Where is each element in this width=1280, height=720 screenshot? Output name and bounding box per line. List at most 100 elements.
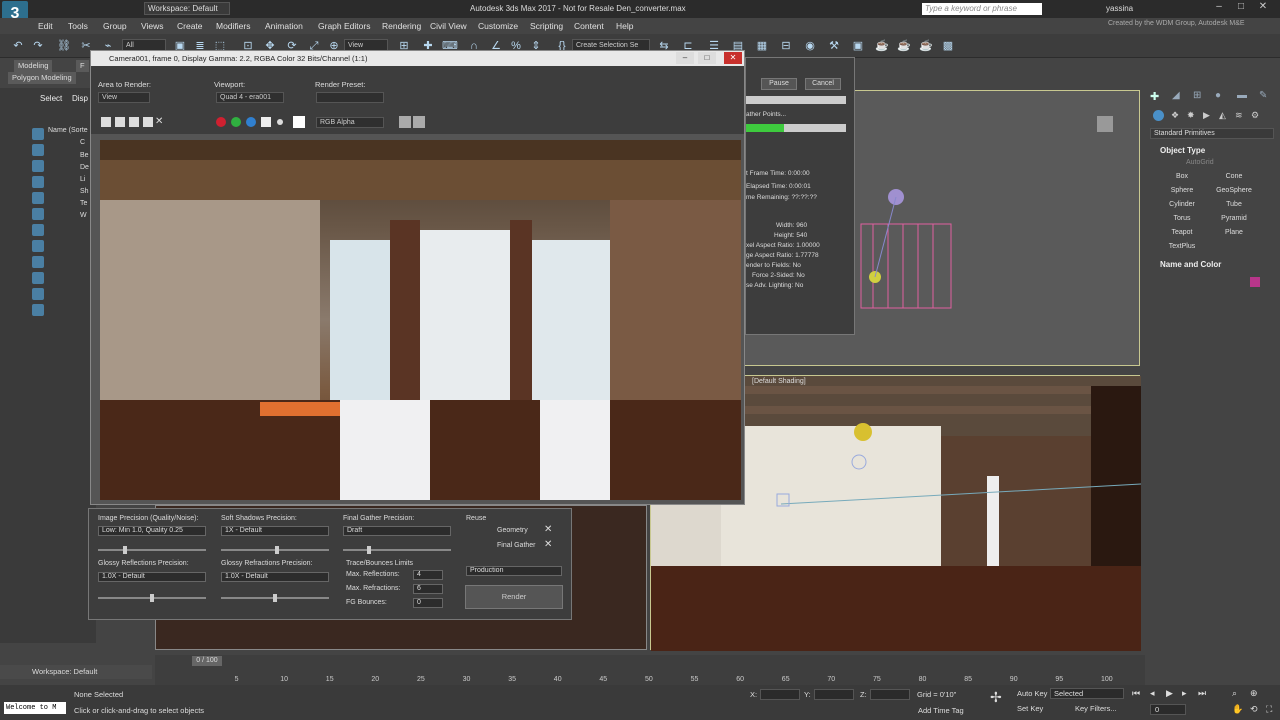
explorer-containers-icon[interactable] — [32, 288, 44, 300]
display-tab-icon[interactable]: ▬ — [1237, 90, 1247, 101]
image-precision-slider[interactable] — [98, 549, 206, 551]
reuse-final-gather-label[interactable]: Final Gather — [497, 542, 536, 549]
motion-tab-icon[interactable]: ● — [1215, 90, 1221, 101]
teapot-button[interactable]: Teapot — [1162, 227, 1202, 238]
save-image-icon[interactable] — [101, 117, 111, 127]
field-of-view-icon[interactable]: ✋ — [1232, 704, 1243, 715]
goto-start-icon[interactable]: ⏮ — [1132, 688, 1140, 699]
render-window-close-icon[interactable]: ✕ — [724, 52, 742, 64]
cone-button[interactable]: Cone — [1214, 171, 1254, 182]
name-and-color-rollout[interactable]: Name and Color — [1160, 260, 1221, 269]
next-frame-icon[interactable]: ▸ — [1182, 688, 1187, 699]
keyword-search-input[interactable]: Type a keyword or phrase — [922, 3, 1042, 15]
object-color-swatch[interactable] — [1250, 277, 1260, 287]
explorer-name-column[interactable]: Name (Sorte — [48, 127, 88, 134]
soft-shadows-field[interactable]: 1X - Default — [221, 526, 329, 536]
helpers-icon[interactable]: ◭ — [1219, 110, 1226, 121]
print-image-icon[interactable] — [143, 117, 153, 127]
soft-shadows-slider-knob[interactable] — [275, 546, 279, 554]
torus-button[interactable]: Torus — [1162, 213, 1202, 224]
render-cloud-icon[interactable]: ▩ — [940, 38, 956, 54]
textplus-button[interactable]: TextPlus — [1162, 241, 1202, 252]
cancel-button[interactable]: Cancel — [805, 78, 841, 90]
prev-frame-icon[interactable]: ◂ — [1150, 688, 1155, 699]
maximize-viewport-icon[interactable]: ⛶ — [1266, 704, 1272, 715]
explorer-filter-icon[interactable] — [32, 128, 44, 140]
render-production-icon[interactable]: ☕ — [874, 38, 890, 54]
image-precision-slider-knob[interactable] — [123, 546, 127, 554]
explorer-lights-icon[interactable] — [32, 176, 44, 188]
reuse-geometry-clear-icon[interactable]: ✕ — [544, 524, 552, 535]
explorer-bones-icon[interactable] — [32, 272, 44, 284]
tree-row[interactable]: De — [80, 164, 89, 171]
glossy-reflections-field[interactable]: 1.0X - Default — [98, 572, 206, 582]
menu-create[interactable]: Create — [177, 21, 203, 31]
ribbon-tab-f[interactable]: F — [76, 60, 89, 72]
hierarchy-tab-icon[interactable]: ⊞ — [1193, 90, 1201, 101]
curve-editor-icon[interactable]: ▦ — [754, 38, 770, 54]
zoom-all-icon[interactable]: ⊕ — [1250, 688, 1258, 699]
render-window-maximize-icon[interactable]: □ — [698, 52, 716, 64]
explorer-display-menu[interactable]: Disp — [72, 94, 88, 103]
spacewarps-icon[interactable]: ≋ — [1235, 110, 1243, 121]
explorer-frozen-icon[interactable] — [32, 304, 44, 316]
workspace-dropdown[interactable]: Workspace: Default — [144, 2, 230, 15]
max-reflections-spinner[interactable]: 4 — [413, 570, 443, 580]
toggle-overlay-icon[interactable] — [413, 116, 425, 128]
render-preset-dropdown[interactable] — [316, 92, 384, 103]
ribbon-tab-modeling[interactable]: Modeling — [14, 60, 53, 72]
menu-content[interactable]: Content — [574, 21, 604, 31]
tree-row[interactable]: C — [80, 139, 85, 146]
play-icon[interactable]: ▶ — [1166, 688, 1173, 699]
lights-icon[interactable]: ✸ — [1187, 110, 1195, 121]
monochrome-icon[interactable] — [277, 119, 283, 125]
explorer-spacewarps-icon[interactable] — [32, 224, 44, 236]
blue-channel-icon[interactable] — [246, 117, 256, 127]
goto-end-icon[interactable]: ⏭ — [1198, 688, 1206, 699]
cylinder-button[interactable]: Cylinder — [1162, 199, 1202, 210]
tree-row[interactable]: Li — [80, 176, 85, 183]
viewport-dropdown[interactable]: Quad 4 - era001 — [216, 92, 284, 103]
area-to-render-dropdown[interactable]: View — [98, 92, 150, 103]
tree-row[interactable]: Be — [80, 152, 89, 159]
tree-row[interactable]: W — [80, 212, 87, 219]
render-activeshade-icon[interactable]: ☕ — [918, 38, 934, 54]
max-refractions-spinner[interactable]: 6 — [413, 584, 443, 594]
maximize-icon[interactable]: □ — [1230, 0, 1252, 14]
systems-icon[interactable]: ⚙ — [1251, 110, 1259, 121]
green-channel-icon[interactable] — [231, 117, 241, 127]
cameras-icon[interactable]: ▶ — [1203, 110, 1210, 121]
sphere-button[interactable]: Sphere — [1162, 185, 1202, 196]
tree-row[interactable]: Sh — [80, 188, 89, 195]
tree-row[interactable]: Te — [80, 200, 87, 207]
modify-tab-icon[interactable]: ◢ — [1172, 90, 1180, 101]
render-setup-icon[interactable]: ⚒ — [826, 38, 842, 54]
fg-precision-field[interactable]: Draft — [343, 526, 451, 536]
menu-help[interactable]: Help — [616, 21, 633, 31]
fg-precision-slider-knob[interactable] — [367, 546, 371, 554]
schematic-view-icon[interactable]: ⊟ — [778, 38, 794, 54]
auto-key-button[interactable]: Auto Key — [1017, 689, 1047, 698]
menu-graph-editors[interactable]: Graph Editors — [318, 21, 370, 31]
y-coord-field[interactable] — [814, 689, 854, 700]
render-button[interactable]: Render — [465, 585, 563, 609]
orbit-icon[interactable]: ⟲ — [1250, 704, 1258, 715]
alpha-channel-icon[interactable] — [261, 117, 271, 127]
fg-precision-slider[interactable] — [343, 549, 451, 551]
box-button[interactable]: Box — [1162, 171, 1202, 182]
viewport-shading-label[interactable]: [Default Shading] — [752, 378, 806, 385]
x-coord-field[interactable] — [760, 689, 800, 700]
reuse-final-gather-clear-icon[interactable]: ✕ — [544, 539, 552, 550]
explorer-select-menu[interactable]: Select — [40, 94, 62, 103]
explorer-helpers-icon[interactable] — [32, 208, 44, 220]
pause-button[interactable]: Pause — [761, 78, 797, 90]
reuse-geometry-label[interactable]: Geometry — [497, 527, 528, 534]
time-slider[interactable]: 0 / 100 — [192, 656, 222, 666]
key-filters-button[interactable]: Key Filters... — [1075, 704, 1117, 713]
close-icon[interactable]: ✕ — [1252, 0, 1274, 14]
menu-modifiers[interactable]: Modifiers — [216, 21, 250, 31]
primitive-category-dropdown[interactable]: Standard Primitives — [1150, 128, 1274, 139]
tube-button[interactable]: Tube — [1214, 199, 1254, 210]
menu-group[interactable]: Group — [103, 21, 127, 31]
explorer-xrefs-icon[interactable] — [32, 256, 44, 268]
